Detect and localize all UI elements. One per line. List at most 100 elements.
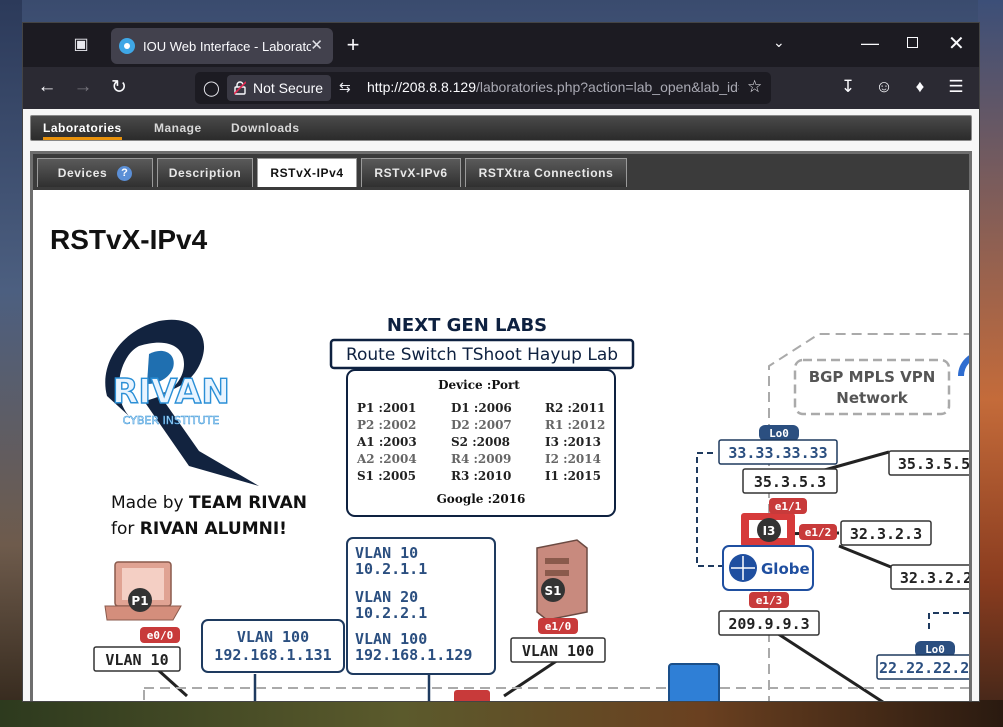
bottom-area-border: [143, 687, 969, 701]
port-cell: A2 :2004: [356, 452, 417, 466]
desktop-wallpaper-right: [978, 0, 1003, 727]
reload-icon[interactable]: ↻: [107, 76, 131, 99]
tab-description[interactable]: Description: [157, 158, 253, 187]
port-cell: D1 :2006: [451, 401, 512, 415]
tab-title: IOU Web Interface - Laboratories: [143, 38, 311, 54]
browser-window: ▣ IOU Web Interface - Laboratories ✕ + ⌄…: [22, 22, 980, 702]
url-host: http://208.8.8.129: [367, 79, 476, 95]
vlan-line: 10.2.2.1: [355, 604, 427, 622]
credit-alumni: RIVAN ALUMNI!: [140, 519, 287, 539]
download-icon[interactable]: ↧: [837, 77, 859, 97]
back-arrow-icon[interactable]: ←: [35, 76, 59, 98]
port-table-title: Device :Port: [438, 378, 520, 392]
port-badge-partial: [454, 690, 490, 701]
minimize-icon[interactable]: —: [861, 33, 879, 54]
ip-lo0-top: 33.33.33.33: [728, 444, 827, 462]
port-table: P1 :2001 D1 :2006 R2 :2011 P2 :2002 D2 :…: [356, 401, 605, 483]
security-indicator[interactable]: Not Secure: [227, 75, 332, 101]
lab-subtabs: Devices? Description RSTvX-IPv4 RSTvX-IP…: [33, 154, 969, 190]
permissions-icon[interactable]: ⇆: [339, 79, 351, 96]
web-page: Laboratories Manage Downloads Devices? D…: [23, 109, 979, 702]
port-cell: S1 :2005: [357, 469, 416, 483]
desktop-wallpaper-bottom: [0, 700, 1003, 727]
ip-35-3-5-3: 35.3.5.3: [754, 473, 826, 491]
credit-team: TEAM RIVAN: [189, 493, 307, 513]
s1-vlan: VLAN 100: [522, 642, 594, 660]
help-icon[interactable]: ?: [117, 166, 133, 182]
diagram-subheader: Route Switch TShoot Hayup Lab: [346, 345, 618, 365]
menu-icon[interactable]: ☰: [945, 77, 967, 97]
maximize-icon[interactable]: [907, 37, 918, 48]
i3-e1-1: e1/1: [775, 500, 802, 513]
p1-label: P1: [131, 594, 148, 608]
port-cell: R1 :2012: [545, 418, 605, 432]
router-i3-icon[interactable]: I3: [741, 513, 795, 547]
diagram-svg: RIVAN CYBER INSTITUTE Made by TEAM RIVAN…: [93, 315, 969, 702]
browser-tab[interactable]: IOU Web Interface - Laboratories ✕: [111, 28, 333, 64]
port-cell: I2 :2014: [545, 452, 601, 466]
forward-arrow-icon[interactable]: →: [71, 76, 95, 98]
nav-downloads[interactable]: Downloads: [231, 121, 300, 135]
url-text[interactable]: http://208.8.8.129/laboratories.php?acti…: [367, 79, 739, 95]
vlan100-left-l1: VLAN 100: [237, 628, 309, 646]
port-cell: P2 :2002: [357, 418, 416, 432]
server-s1-icon[interactable]: S1: [536, 539, 588, 621]
favicon-icon: [119, 38, 135, 54]
bgp-line-1: BGP MPLS VPN: [809, 368, 936, 386]
navigation-bar: ← → ↻ ◯ Not Secure ⇆ http://208.8.8.129/…: [23, 67, 979, 109]
ip-32-3-2-3: 32.3.2.3: [850, 525, 922, 543]
page-title: RSTvX-IPv4: [50, 224, 208, 255]
network-diagram: RIVAN CYBER INSTITUTE Made by TEAM RIVAN…: [49, 276, 969, 702]
extensions-icon[interactable]: ♦: [909, 77, 931, 97]
logo-sub: CYBER INSTITUTE: [123, 414, 220, 427]
p1-vlan: VLAN 10: [105, 651, 168, 669]
s1-label: S1: [545, 584, 562, 598]
top-navigation: Laboratories Manage Downloads: [30, 115, 972, 141]
broken-lock-icon: [234, 81, 246, 95]
globe-logo: Globe: [722, 545, 814, 591]
port-cell: A1 :2003: [356, 435, 417, 449]
security-label: Not Secure: [253, 80, 324, 96]
credit-line-2: for RIVAN ALUMNI!: [111, 519, 287, 539]
url-bar[interactable]: ◯ Not Secure ⇆ http://208.8.8.129/labora…: [195, 72, 771, 104]
shield-icon[interactable]: ◯: [203, 79, 220, 97]
ip-209-9-9-3: 209.9.9.3: [728, 615, 809, 633]
lo0-bottom: Lo0: [925, 643, 945, 656]
tab-overview-icon[interactable]: ▣: [69, 34, 93, 56]
desktop-wallpaper-left: [0, 0, 22, 727]
tab-rstvx-ipv6[interactable]: RSTvX-IPv6: [361, 158, 461, 187]
port-cell: P1 :2001: [357, 401, 416, 415]
vlan-line: 10.2.1.1: [355, 560, 427, 578]
tab-devices-label: Devices: [57, 166, 108, 180]
close-tab-icon[interactable]: ✕: [310, 36, 323, 54]
port-cell: S2 :2008: [451, 435, 510, 449]
lab-content-frame: Devices? Description RSTvX-IPv4 RSTvX-IP…: [30, 151, 972, 702]
tab-devices[interactable]: Devices?: [37, 158, 153, 187]
url-path: /laboratories.php?action=lab_open&lab_id…: [475, 79, 739, 95]
i3-e1-2: e1/2: [805, 526, 832, 539]
pc-p1-icon[interactable]: P1: [104, 561, 182, 621]
tab-rstxtra-connections[interactable]: RSTXtra Connections: [465, 158, 627, 187]
nav-laboratories[interactable]: Laboratories: [43, 121, 122, 140]
chevron-down-icon[interactable]: ⌄: [773, 34, 785, 51]
new-tab-icon[interactable]: +: [341, 32, 365, 58]
port-cell: I1 :2015: [545, 469, 601, 483]
diagram-header: NEXT GEN LABS: [387, 315, 547, 336]
nav-manage[interactable]: Manage: [154, 121, 202, 135]
i3-label: I3: [763, 524, 776, 538]
vlan100-left-l2: 192.168.1.131: [214, 646, 331, 664]
rivan-logo: RIVAN CYBER INSTITUTE: [105, 319, 259, 486]
bgp-line-2: Network: [836, 389, 908, 407]
globe-label: Globe: [761, 560, 810, 578]
lo0-top: Lo0: [769, 427, 789, 440]
account-icon[interactable]: ☺: [873, 77, 895, 97]
port-cell: I3 :2013: [545, 435, 601, 449]
bookmark-star-icon[interactable]: ☆: [747, 77, 762, 97]
window-close-icon[interactable]: ✕: [948, 31, 965, 56]
port-cell: R2 :2011: [545, 401, 605, 415]
tab-rstvx-ipv4[interactable]: RSTvX-IPv4: [257, 158, 357, 187]
credit-made-by: Made by: [111, 493, 189, 513]
credit-for: for: [111, 519, 140, 539]
monitor-icon[interactable]: [668, 663, 720, 702]
s1-port: e1/0: [545, 620, 572, 633]
